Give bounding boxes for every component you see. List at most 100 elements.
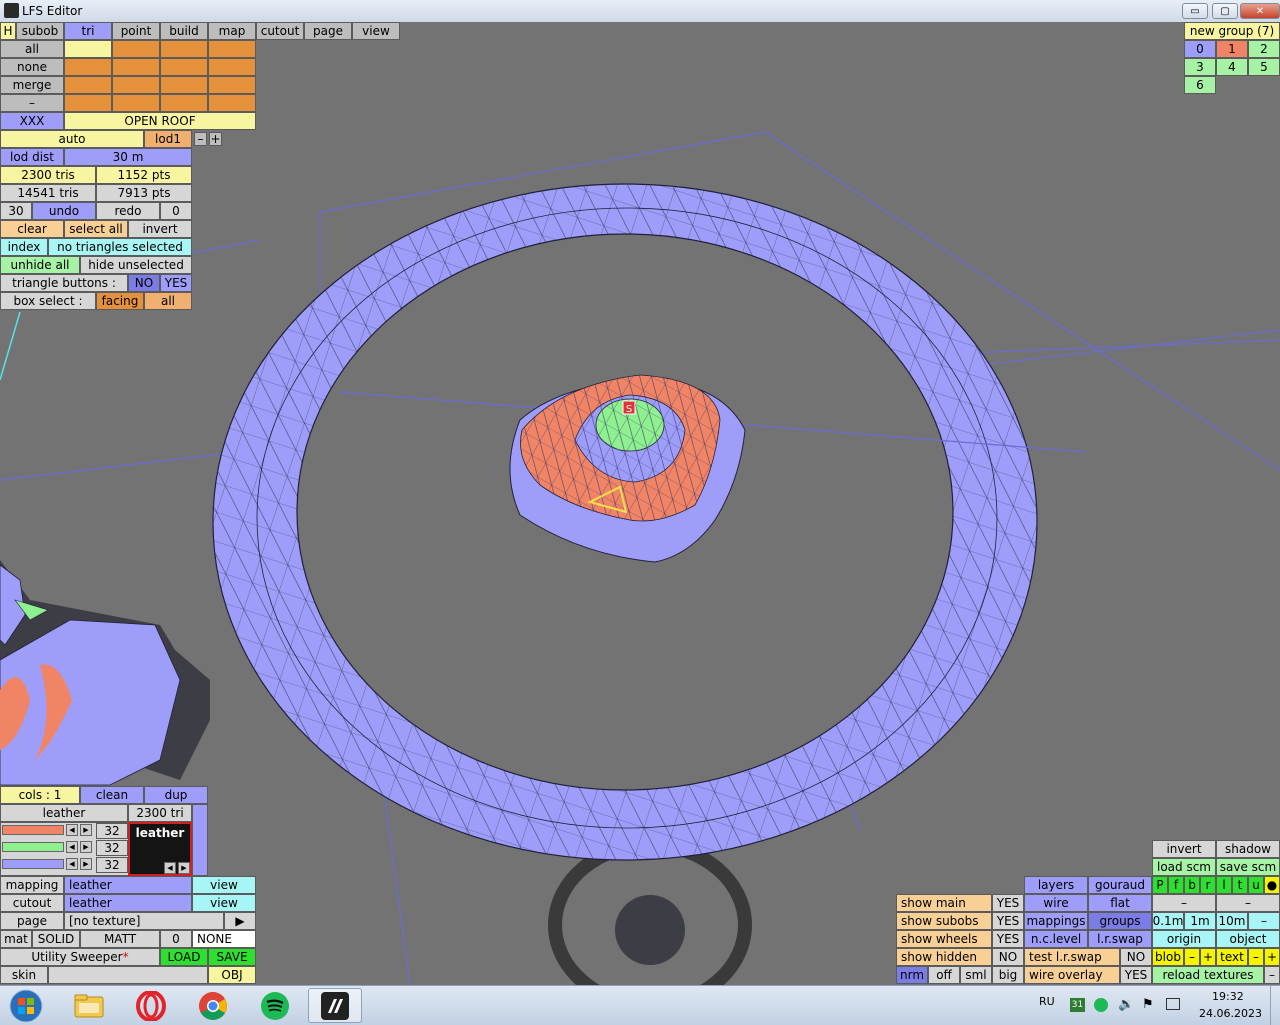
wire-overlay-toggle[interactable]: YES [1120, 966, 1152, 984]
unhide-all-button[interactable]: unhide all [0, 256, 80, 274]
start-button[interactable] [4, 988, 48, 1023]
minimize-button[interactable]: ▭ [1182, 3, 1208, 19]
none-value[interactable]: NONE [192, 930, 256, 948]
cutout-value[interactable]: leather [64, 894, 192, 912]
layer-dot-toggle[interactable]: ● [1264, 876, 1280, 894]
dup-button[interactable]: dup [144, 786, 208, 804]
box-select-all[interactable]: all [144, 292, 192, 310]
save-scm-button[interactable]: save scm [1216, 858, 1280, 876]
big-button[interactable]: big [992, 966, 1024, 984]
mat-value[interactable]: 0 [160, 930, 192, 948]
text-minus-button[interactable]: – [1248, 948, 1264, 966]
dist-0-1m-button[interactable]: 0.1m [1152, 912, 1184, 930]
invert-view-button[interactable]: invert [1152, 840, 1216, 858]
green-right-arrow[interactable]: ▶ [80, 841, 92, 853]
tab-subob[interactable]: subob [16, 22, 64, 40]
tab-point[interactable]: point [112, 22, 160, 40]
flat-button[interactable]: flat [1088, 894, 1152, 912]
group-cell[interactable] [208, 40, 256, 58]
lod-plus-button[interactable]: + [209, 132, 222, 146]
group-cell[interactable] [160, 76, 208, 94]
dash-button-1[interactable]: – [1152, 894, 1216, 912]
clear-button[interactable]: clear [0, 220, 64, 238]
clock-date[interactable]: 24.06.2023 [1199, 1007, 1262, 1020]
test-lr-swap-button[interactable]: test l.r.swap [1024, 948, 1120, 966]
undo-button[interactable]: undo [32, 202, 96, 220]
show-subobs-toggle[interactable]: YES [992, 912, 1024, 930]
group-cell[interactable] [64, 94, 112, 112]
dist-1m-button[interactable]: 1m [1184, 912, 1216, 930]
layer-t-toggle[interactable]: t [1232, 876, 1248, 894]
red-left-arrow[interactable]: ◀ [66, 824, 78, 836]
group-5-button[interactable]: 5 [1248, 58, 1280, 76]
group-cell[interactable] [160, 58, 208, 76]
select-none-button[interactable]: none [0, 58, 64, 76]
origin-button[interactable]: origin [1152, 930, 1216, 948]
lod1-button[interactable]: lod1 [144, 130, 192, 148]
action-center-flag-icon[interactable]: ⚑ [1142, 997, 1154, 1012]
object-button[interactable]: object [1216, 930, 1280, 948]
chrome-icon[interactable] [186, 988, 240, 1023]
show-desktop-button[interactable] [1270, 986, 1280, 1025]
layer-r-toggle[interactable]: r [1200, 876, 1216, 894]
blue-slider[interactable] [2, 859, 64, 869]
page-value[interactable]: [no texture] [64, 912, 224, 930]
select-all-groups-button[interactable]: all [0, 40, 64, 58]
show-main-toggle[interactable]: YES [992, 894, 1024, 912]
blob-plus-button[interactable]: + [1200, 948, 1216, 966]
new-group-button[interactable]: new group (7) [1184, 22, 1280, 40]
dist-minus-button[interactable]: – [1248, 912, 1280, 930]
tab-view[interactable]: view [352, 22, 400, 40]
group-cell[interactable] [160, 40, 208, 58]
mapping-value[interactable]: leather [64, 876, 192, 894]
language-indicator[interactable]: RU [1039, 995, 1055, 1008]
matt-button[interactable]: MATT [80, 930, 160, 948]
volume-icon[interactable]: 🔉 [1118, 997, 1134, 1012]
clock-time[interactable]: 19:32 [1212, 990, 1244, 1003]
group-cell[interactable] [64, 40, 112, 58]
group-0-button[interactable]: 0 [1184, 40, 1216, 58]
group-cell[interactable] [208, 58, 256, 76]
utility-sweeper[interactable]: Utility Sweeper * [0, 948, 160, 966]
group-6-button[interactable]: 6 [1184, 76, 1216, 94]
skin-value[interactable] [48, 966, 208, 984]
group-cell[interactable] [112, 40, 160, 58]
sml-button[interactable]: sml [960, 966, 992, 984]
lod-minus-button[interactable]: – [194, 132, 207, 146]
wire-overlay-button[interactable]: wire overlay [1024, 966, 1120, 984]
red-right-arrow[interactable]: ▶ [80, 824, 92, 836]
calendar-tray-icon[interactable]: 31 [1070, 998, 1085, 1012]
group-2-button[interactable]: 2 [1248, 40, 1280, 58]
triangle-buttons-no[interactable]: NO [128, 274, 160, 292]
group-3-button[interactable]: 3 [1184, 58, 1216, 76]
dist-10m-button[interactable]: 10m [1216, 912, 1248, 930]
lod-dist-value[interactable]: 30 m [64, 148, 192, 166]
green-left-arrow[interactable]: ◀ [66, 841, 78, 853]
group-cell[interactable] [112, 58, 160, 76]
lfs-editor-taskbar-icon[interactable] [308, 988, 362, 1023]
red-slider[interactable] [2, 825, 64, 835]
blue-right-arrow[interactable]: ▶ [80, 858, 92, 870]
dash-button[interactable]: – [0, 94, 64, 112]
layer-p-toggle[interactable]: P [1152, 876, 1168, 894]
solid-button[interactable]: SOLID [32, 930, 80, 948]
groups-button[interactable]: groups [1088, 912, 1152, 930]
n-c-level-button[interactable]: n.c.level [1024, 930, 1088, 948]
spotify-icon[interactable] [248, 988, 302, 1023]
layer-b-toggle[interactable]: b [1184, 876, 1200, 894]
obj-button[interactable]: OBJ [208, 966, 256, 984]
group-cell[interactable] [160, 94, 208, 112]
file-explorer-icon[interactable] [62, 988, 116, 1023]
dash-button-2[interactable]: – [1216, 894, 1280, 912]
tab-cutout[interactable]: cutout [256, 22, 304, 40]
blob-minus-button[interactable]: – [1184, 948, 1200, 966]
select-all-button[interactable]: select all [64, 220, 128, 238]
material-scroll[interactable] [192, 804, 208, 876]
tab-page[interactable]: page [304, 22, 352, 40]
spotify-tray-icon[interactable] [1094, 998, 1108, 1012]
load-scm-button[interactable]: load scm [1152, 858, 1216, 876]
layer-l-toggle[interactable]: l [1216, 876, 1232, 894]
group-cell[interactable] [64, 76, 112, 94]
opera-icon[interactable] [124, 988, 178, 1023]
merge-button[interactable]: merge [0, 76, 64, 94]
